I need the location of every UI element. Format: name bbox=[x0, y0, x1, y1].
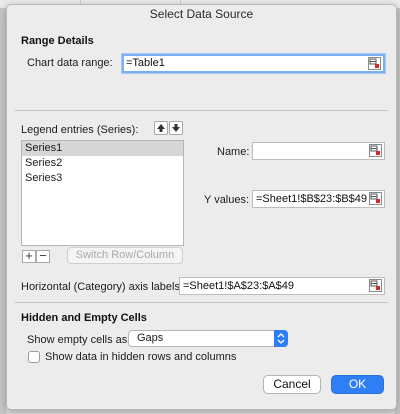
ok-button[interactable]: OK bbox=[331, 375, 384, 394]
move-series-up-button[interactable] bbox=[154, 121, 168, 135]
hidden-empty-heading: Hidden and Empty Cells bbox=[21, 312, 147, 324]
show-hidden-checkbox[interactable] bbox=[28, 351, 40, 363]
show-empty-value: Gaps bbox=[137, 332, 164, 344]
y-values-label: Y values: bbox=[204, 194, 250, 206]
arrow-down-icon bbox=[172, 124, 180, 132]
show-empty-select[interactable]: Gaps bbox=[128, 330, 288, 347]
chevron-updown-icon bbox=[277, 333, 285, 344]
series-list[interactable]: Series1 Series2 Series3 bbox=[21, 140, 184, 246]
legend-entries-label: Legend entries (Series): bbox=[21, 124, 139, 136]
series-list-item[interactable]: Series2 bbox=[22, 156, 183, 171]
y-values-value: =Sheet1!$B$23:$B$49 bbox=[256, 193, 368, 205]
cancel-button[interactable]: Cancel bbox=[263, 375, 321, 394]
show-empty-label: Show empty cells as: bbox=[27, 334, 131, 346]
series-name-field[interactable] bbox=[252, 142, 385, 160]
series-list-item[interactable]: Series1 bbox=[22, 141, 183, 156]
collapse-y-values-icon[interactable] bbox=[369, 192, 382, 205]
arrow-up-icon bbox=[157, 124, 165, 132]
remove-series-button[interactable]: − bbox=[36, 249, 50, 263]
chart-data-range-value: =Table1 bbox=[126, 57, 165, 69]
select-data-source-dialog: Select Data Source Range Details Chart d… bbox=[6, 4, 397, 410]
chart-data-range-label: Chart data range: bbox=[27, 57, 113, 69]
select-stepper bbox=[274, 330, 288, 347]
move-series-down-button[interactable] bbox=[169, 121, 183, 135]
show-hidden-label: Show data in hidden rows and columns bbox=[45, 351, 237, 363]
switch-row-column-button[interactable]: Switch Row/Column bbox=[67, 247, 183, 264]
dialog-title: Select Data Source bbox=[149, 7, 254, 21]
series-list-item[interactable]: Series3 bbox=[22, 171, 183, 186]
collapse-axis-icon[interactable] bbox=[369, 279, 382, 292]
add-series-button[interactable]: + bbox=[22, 249, 36, 263]
section-divider bbox=[15, 110, 388, 111]
collapse-range-icon[interactable] bbox=[368, 57, 381, 70]
section-divider bbox=[15, 302, 388, 303]
horizontal-axis-value: =Sheet1!$A$23:$A$49 bbox=[183, 280, 295, 292]
chart-data-range-field[interactable]: =Table1 bbox=[122, 54, 385, 73]
collapse-name-icon[interactable] bbox=[369, 144, 382, 157]
horizontal-axis-field[interactable]: =Sheet1!$A$23:$A$49 bbox=[179, 277, 385, 295]
series-name-label: Name: bbox=[217, 146, 250, 158]
horizontal-axis-label: Horizontal (Category) axis labels: bbox=[21, 281, 184, 293]
range-details-heading: Range Details bbox=[21, 35, 94, 47]
y-values-field[interactable]: =Sheet1!$B$23:$B$49 bbox=[252, 190, 385, 208]
